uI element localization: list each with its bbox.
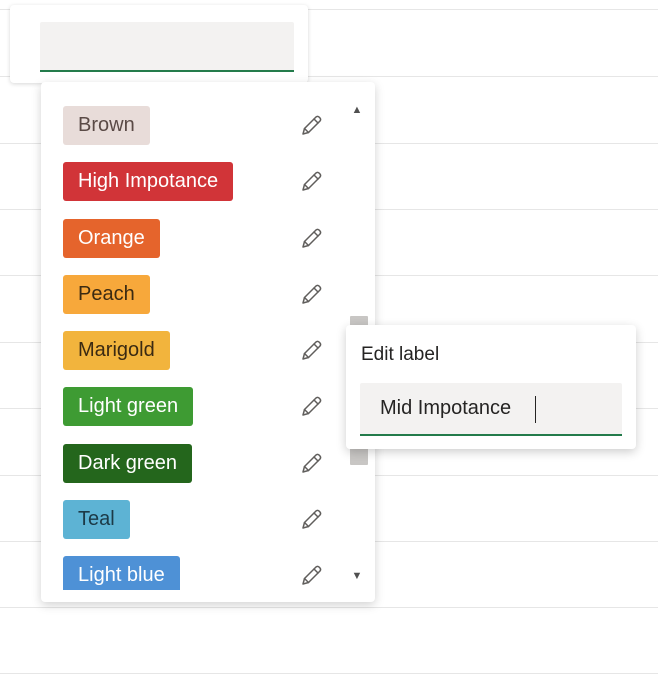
label-row[interactable]: Dark green [63,443,338,484]
label-row[interactable]: Marigold [63,331,338,371]
pencil-icon[interactable] [298,451,324,477]
caret-up-icon[interactable]: ▲ [346,100,368,120]
pencil-icon[interactable] [298,563,324,589]
pencil-icon[interactable] [298,113,324,139]
caret-down-icon[interactable]: ▼ [346,566,368,586]
text-cursor [535,396,536,423]
label-chip[interactable]: Light green [63,387,194,427]
label-chip[interactable]: Brown [63,106,150,145]
pencil-icon[interactable] [298,338,324,364]
label-row[interactable]: Orange [63,218,338,259]
label-chip[interactable]: Teal [63,499,130,539]
pencil-icon[interactable] [298,507,324,533]
pencil-icon[interactable] [298,282,324,308]
label-search-card [10,5,308,83]
label-chip[interactable]: Dark green [63,443,192,483]
pencil-icon[interactable] [298,226,324,252]
edit-label-input[interactable] [360,383,622,436]
label-chip[interactable]: High Impotance [63,162,234,202]
edit-label-title: Edit label [361,344,440,365]
label-search-input[interactable] [40,22,294,72]
grid-line [0,607,658,608]
pencil-icon[interactable] [298,169,324,195]
pencil-icon[interactable] [298,394,324,420]
label-row[interactable]: Light green [63,387,338,427]
label-row[interactable]: Peach [63,274,338,315]
label-chip[interactable]: Orange [63,218,160,258]
label-row[interactable]: High Impotance [63,162,338,202]
label-dropdown-panel: Brown High Impotance Orange Peach Marigold Li… [41,82,375,602]
label-list: Brown High Impotance Orange Peach Marigold Li… [41,82,346,590]
label-chip[interactable]: Peach [63,274,150,314]
edit-label-popover: Edit label [346,325,636,449]
label-row[interactable]: Light blue [63,556,338,590]
label-chip[interactable]: Marigold [63,331,170,370]
label-row[interactable]: Teal [63,499,338,540]
label-chip[interactable]: Light blue [63,556,180,590]
grid-line [0,673,658,674]
label-row[interactable]: Brown [63,106,338,146]
